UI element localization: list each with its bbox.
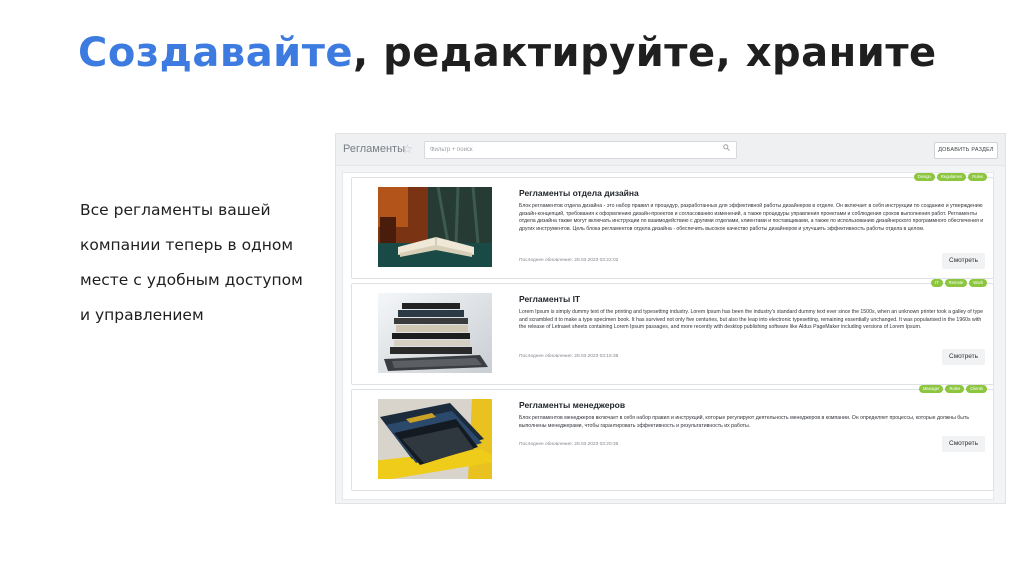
regulations-list: Design Regulamen Rules Регламенты отдела… <box>342 172 994 500</box>
tag-badge[interactable]: IT <box>930 279 943 287</box>
book-stack-laptop-image <box>378 293 492 373</box>
tag-badge[interactable]: Design <box>913 173 935 181</box>
tag-badge[interactable]: Regulamen <box>936 173 967 181</box>
slide-text-line: компании теперь в одном <box>80 236 294 254</box>
view-button[interactable]: Смотреть <box>942 253 985 269</box>
regulation-card-design[interactable]: Design Regulamen Rules Регламенты отдела… <box>351 173 994 279</box>
search-input[interactable] <box>430 144 715 156</box>
add-section-button[interactable]: ДОБАВИТЬ РАЗДЕЛ <box>934 142 998 159</box>
tag-badge[interactable]: Manager <box>918 385 944 393</box>
regulation-card-managers[interactable]: Manager Rules Clients Регламенты менедже… <box>351 385 994 491</box>
tag-badge[interactable]: Remote <box>944 279 968 287</box>
slide-title: Создавайте, редактируйте, храните <box>78 30 937 76</box>
card-description: Блок регламентов отдела дизайна - это на… <box>519 203 984 233</box>
last-updated: Последнее обновление: 28.03.2023 03:20:3… <box>519 442 619 447</box>
last-updated: Последнее обновление: 28.03.2023 03:22:0… <box>519 258 619 263</box>
tag-list: Design Regulamen Rules <box>913 173 987 181</box>
tag-badge[interactable]: Work <box>969 279 987 287</box>
slide-title-rest: , редактируйте, храните <box>353 30 937 76</box>
folders-box-image <box>378 399 492 479</box>
regulation-card-it[interactable]: IT Remote Work Регламенты IT Lorem Ipsum… <box>351 279 994 385</box>
regulations-app-window: Регламенты ☆ ДОБАВИТЬ РАЗДЕЛ Design Regu… <box>335 133 1006 504</box>
search-icon[interactable] <box>723 144 730 153</box>
last-updated: Последнее обновление: 28.03.2023 03:15:3… <box>519 354 619 359</box>
search-field[interactable] <box>424 141 737 159</box>
card-title[interactable]: Регламенты IT <box>519 294 580 304</box>
star-icon[interactable]: ☆ <box>402 142 413 156</box>
tag-badge[interactable]: Rules <box>968 173 987 181</box>
slide-text-line: и управлением <box>80 306 204 324</box>
card-title[interactable]: Регламенты менеджеров <box>519 400 625 410</box>
slide-text-line: Все регламенты вашей <box>80 201 271 219</box>
card-description: Блок регламентов менеджеров включает в с… <box>519 415 970 429</box>
book-on-desk-image <box>378 187 492 267</box>
tag-list: IT Remote Work <box>930 279 987 287</box>
tag-badge[interactable]: Rules <box>945 385 965 393</box>
app-header: Регламенты ☆ ДОБАВИТЬ РАЗДЕЛ <box>336 134 1005 166</box>
page-title: Регламенты <box>343 143 405 155</box>
card-description: Lorem Ipsum is simply dummy text of the … <box>519 309 983 331</box>
card-title[interactable]: Регламенты отдела дизайна <box>519 188 639 198</box>
slide-title-accent: Создавайте <box>78 30 354 76</box>
slide-description: Все регламенты вашей компании теперь в о… <box>80 193 330 333</box>
slide-text-line: месте с удобным доступом <box>80 271 303 289</box>
tag-list: Manager Rules Clients <box>918 385 987 393</box>
tag-badge[interactable]: Clients <box>966 385 987 393</box>
view-button[interactable]: Смотреть <box>942 349 985 365</box>
view-button[interactable]: Смотреть <box>942 436 985 452</box>
